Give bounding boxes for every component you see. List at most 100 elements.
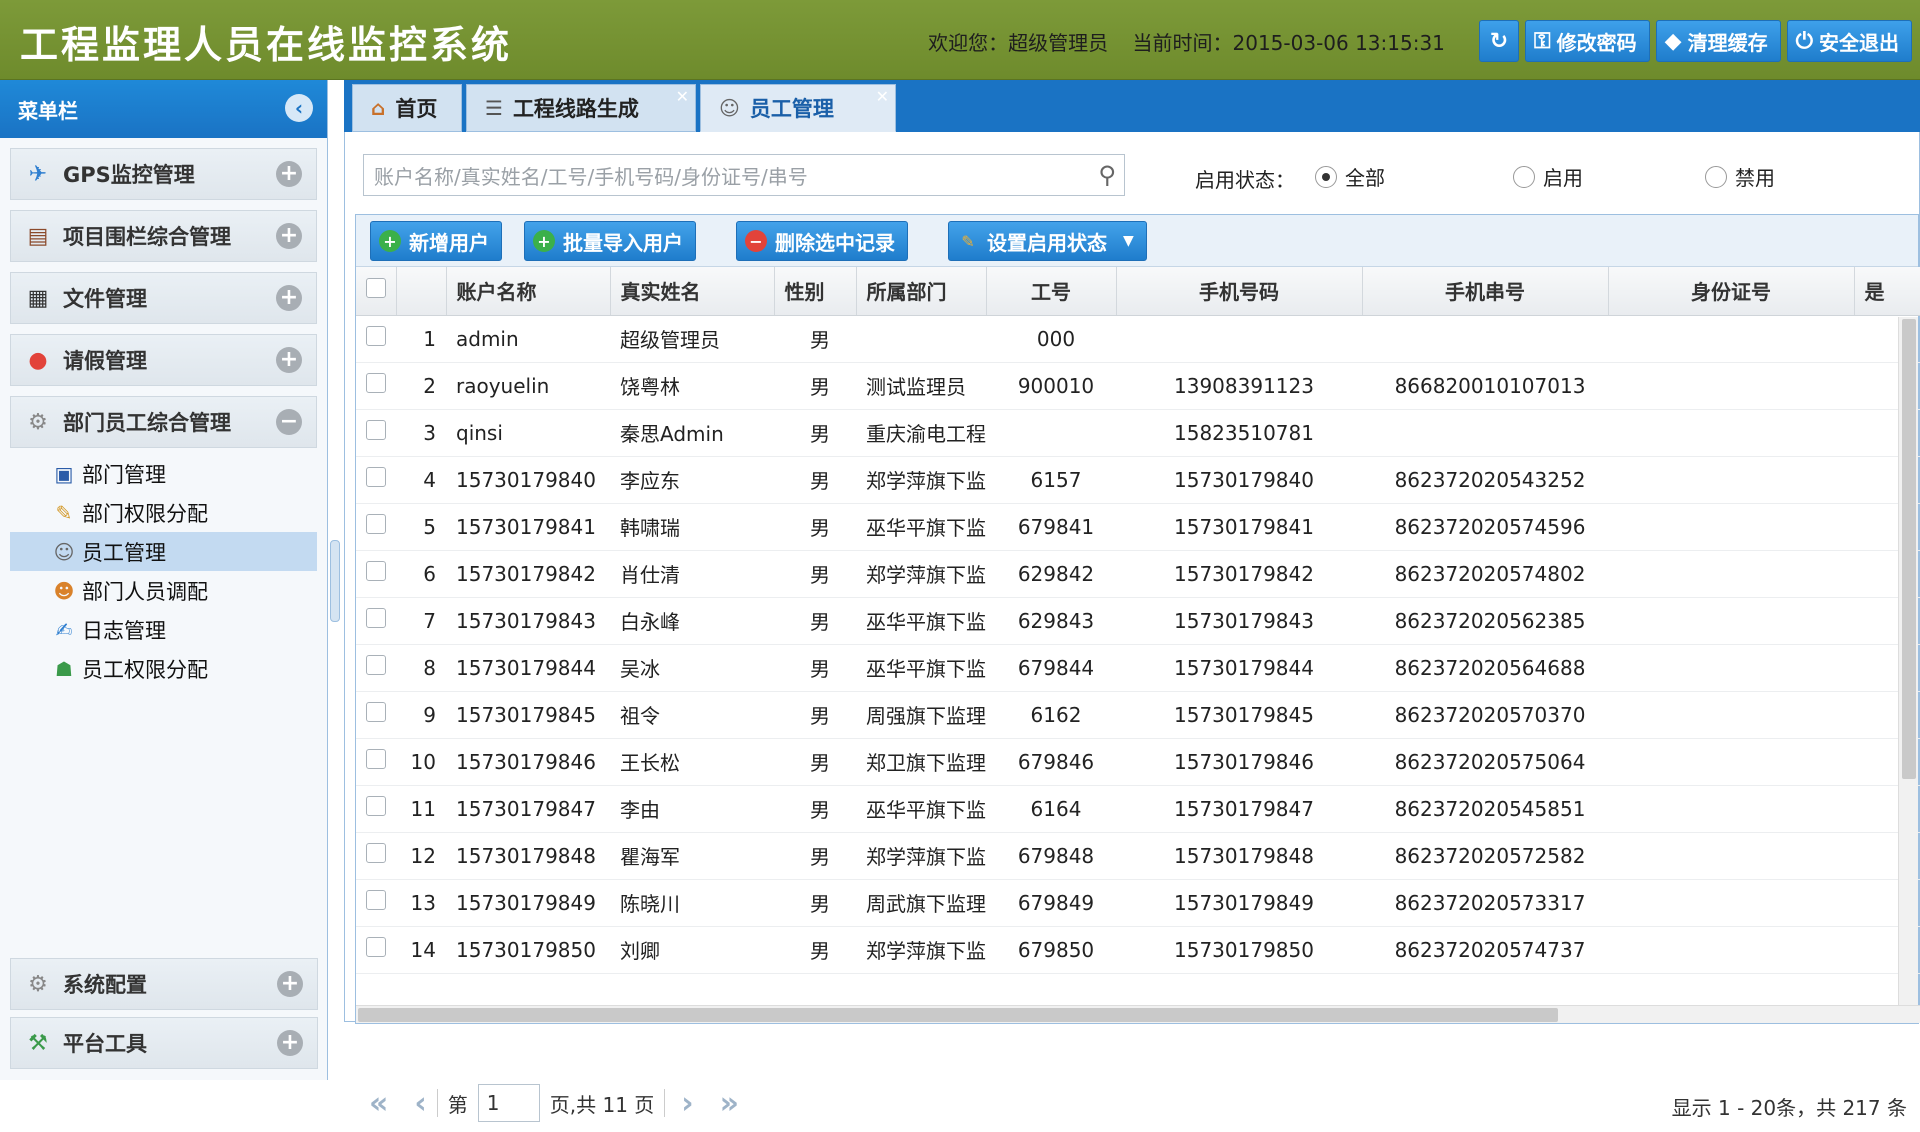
row-select-cell[interactable]	[356, 832, 396, 880]
row-select-cell[interactable]	[356, 785, 396, 833]
column-header-sex[interactable]: 性别	[774, 267, 857, 316]
sidebar-section-fence[interactable]: ▤ 项目围栏综合管理 +	[10, 210, 317, 262]
table-row[interactable]: 9 15730179845 祖令男周强旗下监理 6162 15730179845 8623…	[356, 691, 1920, 739]
row-checkbox[interactable]	[366, 843, 386, 863]
table-row[interactable]: 14 15730179850 刘卿男郑学萍旗下监 679850 15730179850 8…	[356, 926, 1920, 974]
scroll-thumb[interactable]	[1902, 319, 1916, 779]
row-select-cell[interactable]	[356, 362, 396, 410]
row-checkbox[interactable]	[366, 373, 386, 393]
row-checkbox[interactable]	[366, 514, 386, 534]
table-row[interactable]: 2 raoyuelin 饶粤林男测试监理员 900010 13908391123 8668…	[356, 362, 1920, 410]
collapse-sidebar-icon[interactable]: ‹	[285, 94, 313, 122]
row-checkbox[interactable]	[366, 467, 386, 487]
table-row[interactable]: 11 15730179847 李由男巫华平旗下监 6164 15730179847 862…	[356, 785, 1920, 833]
table-row[interactable]: 8 15730179844 吴冰男巫华平旗下监 679844 15730179844 86…	[356, 644, 1920, 692]
row-checkbox[interactable]	[366, 937, 386, 957]
table-row[interactable]: 13 15730179849 陈晓川男周武旗下监理 679849 15730179849…	[356, 879, 1920, 927]
column-header-dept[interactable]: 所属部门	[856, 267, 987, 316]
radio-enabled[interactable]: 启用	[1513, 162, 1583, 191]
tab-staff-manage[interactable]: ☺ 员工管理 ✕	[700, 84, 896, 132]
close-icon[interactable]: ✕	[676, 87, 689, 106]
row-checkbox[interactable]	[366, 608, 386, 628]
scroll-thumb[interactable]	[358, 1008, 1558, 1022]
prev-page-button[interactable]: ‹	[414, 1086, 426, 1121]
sidebar-resize-handle[interactable]	[330, 540, 340, 622]
table-row[interactable]: 4 15730179840 李应东男郑学萍旗下监 6157 15730179840 862…	[356, 456, 1920, 504]
set-status-dropdown[interactable]: ✎ 设置启用状态 ▼	[948, 221, 1147, 261]
column-header-no[interactable]: 工号	[986, 267, 1117, 316]
table-row[interactable]: 5 15730179841 韩啸瑞男巫华平旗下监 679841 15730179841 8…	[356, 503, 1920, 551]
sidebar-item-staff-manage[interactable]: ☺ 员工管理	[10, 532, 317, 571]
column-header-name[interactable]: 真实姓名	[610, 267, 775, 316]
row-select-cell[interactable]	[356, 550, 396, 598]
row-checkbox[interactable]	[366, 749, 386, 769]
column-header-account[interactable]: 账户名称	[446, 267, 611, 316]
batch-import-button[interactable]: + 批量导入用户	[524, 221, 696, 261]
column-header-imei[interactable]: 手机串号	[1362, 267, 1609, 316]
row-select-cell[interactable]	[356, 738, 396, 786]
row-checkbox[interactable]	[366, 890, 386, 910]
table-row[interactable]: 7 15730179843 白永峰男巫华平旗下监 629843 15730179843 8…	[356, 597, 1920, 645]
table-row[interactable]: 3 qinsi 秦思Admin 男重庆渝电工程 15823510781	[356, 409, 1920, 457]
select-all-checkbox[interactable]	[366, 278, 386, 299]
table-row[interactable]: 12 15730179848 瞿海军男郑学萍旗下监 679848 15730179848…	[356, 832, 1920, 880]
row-select-cell[interactable]	[356, 315, 396, 363]
expand-icon[interactable]: +	[276, 161, 302, 187]
table-row[interactable]: 6 15730179842 肖仕清男郑学萍旗下监 629842 15730179842 8…	[356, 550, 1920, 598]
search-input[interactable]: 账户名称/真实姓名/工号/手机号码/身份证号/串号 ⚲	[363, 154, 1125, 196]
sidebar-item-log-manage[interactable]: ✍ 日志管理	[10, 610, 317, 649]
delete-selected-button[interactable]: − 删除选中记录	[736, 221, 908, 261]
sidebar-section-platform-tools[interactable]: ⚒ 平台工具 +	[10, 1017, 318, 1069]
change-password-button[interactable]: ⚿ 修改密码	[1524, 20, 1650, 62]
sidebar-section-gps[interactable]: ✈ GPS监控管理 +	[10, 148, 317, 200]
radio-disabled[interactable]: 禁用	[1705, 162, 1775, 191]
sidebar-item-staff-transfer[interactable]: ☻ 部门人员调配	[10, 571, 317, 610]
row-checkbox[interactable]	[366, 326, 386, 346]
row-checkbox[interactable]	[366, 655, 386, 675]
close-icon[interactable]: ✕	[876, 87, 889, 106]
expand-icon[interactable]: +	[277, 971, 303, 997]
row-select-cell[interactable]	[356, 409, 396, 457]
row-select-cell[interactable]	[356, 691, 396, 739]
table-row[interactable]: 1 admin 超级管理员男 000	[356, 315, 1920, 363]
expand-icon[interactable]: +	[276, 285, 302, 311]
sidebar-item-dept-manage[interactable]: ▣ 部门管理	[10, 454, 317, 493]
column-header-enabled[interactable]: 是	[1854, 267, 1920, 316]
row-select-cell[interactable]	[356, 597, 396, 645]
column-header-idcard[interactable]: 身份证号	[1608, 267, 1855, 316]
last-page-button[interactable]: »	[720, 1086, 739, 1121]
sidebar-item-staff-permission[interactable]: ☗ 员工权限分配	[10, 649, 317, 688]
row-checkbox[interactable]	[366, 561, 386, 581]
column-header-phone[interactable]: 手机号码	[1116, 267, 1363, 316]
row-select-cell[interactable]	[356, 644, 396, 692]
table-row[interactable]: 10 15730179846 王长松男郑卫旗下监理 679846 15730179846…	[356, 738, 1920, 786]
sidebar-section-dept-staff[interactable]: ⚙ 部门员工综合管理 −	[10, 396, 317, 448]
logout-button[interactable]: ⏻ 安全退出	[1786, 20, 1912, 62]
page-number-input[interactable]: 1	[477, 1084, 540, 1122]
row-checkbox[interactable]	[366, 796, 386, 816]
row-checkbox[interactable]	[366, 420, 386, 440]
expand-icon[interactable]: +	[276, 223, 302, 249]
expand-icon[interactable]: +	[276, 347, 302, 373]
row-select-cell[interactable]	[356, 926, 396, 974]
tab-route-generate[interactable]: ☰ 工程线路生成 ✕	[466, 84, 696, 132]
search-icon[interactable]: ⚲	[1098, 161, 1116, 189]
sidebar-item-dept-permission[interactable]: ✎ 部门权限分配	[10, 493, 317, 532]
vertical-scrollbar[interactable]	[1898, 317, 1918, 1007]
select-all-cell[interactable]	[356, 267, 397, 316]
row-select-cell[interactable]	[356, 456, 396, 504]
clear-cache-button[interactable]: ◆ 清理缓存	[1655, 20, 1781, 62]
row-checkbox[interactable]	[366, 702, 386, 722]
add-user-button[interactable]: + 新增用户	[370, 221, 502, 261]
horizontal-scrollbar[interactable]	[356, 1005, 1920, 1023]
tab-home[interactable]: ⌂ 首页	[352, 84, 462, 132]
refresh-button[interactable]: ↻	[1478, 20, 1519, 62]
row-select-cell[interactable]	[356, 503, 396, 551]
next-page-button[interactable]: ›	[681, 1086, 693, 1121]
row-select-cell[interactable]	[356, 879, 396, 927]
radio-all[interactable]: 全部	[1315, 162, 1385, 191]
sidebar-section-leave[interactable]: ● 请假管理 +	[10, 334, 317, 386]
collapse-icon[interactable]: −	[276, 409, 302, 435]
expand-icon[interactable]: +	[277, 1030, 303, 1056]
sidebar-section-files[interactable]: ▦ 文件管理 +	[10, 272, 317, 324]
